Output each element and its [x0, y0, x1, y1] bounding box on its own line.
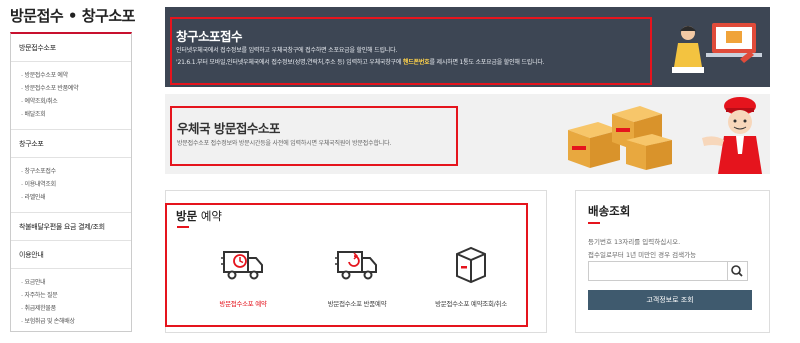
parcel-boxes-illustration	[568, 106, 672, 170]
sidebar-nav: 방문접수소포 방문접수소포 예약 방문접수소포 반품예약 예약조회/취소 배달조…	[10, 32, 132, 332]
tracking-title: 배송조회	[588, 204, 631, 218]
customer-info-lookup-button[interactable]: 고객정보로 조회	[588, 290, 752, 310]
tracking-number-input[interactable]	[588, 261, 728, 281]
return-reserve-button[interactable]: 방문접수소포 반품예약	[302, 244, 412, 308]
visit-banner-desc: 방문접수소포 접수정보와 방문시간등을 사전에 입력하시면 우체국직원이 방문접…	[177, 140, 392, 147]
return-reserve-label: 방문접수소포 반품예약	[327, 300, 387, 308]
page-title: 방문접수 • 창구소포	[10, 7, 135, 25]
sidebar-item-rates[interactable]: 요금안내	[21, 276, 131, 289]
package-box-icon	[456, 246, 486, 284]
tracking-search-button[interactable]	[728, 261, 748, 281]
sidebar-item-delivery-lookup[interactable]: 배달조회	[21, 108, 131, 121]
counter-banner-line2-suffix: 를 제시하면 1통도 소포요금을 할인해 드립니다.	[429, 59, 545, 66]
counter-banner-line1: 인터넷우체국에서 접수정보를 입력하고 우체국창구에 접수하면 소포요금을 할인…	[176, 47, 398, 54]
laptop-parcel-illustration	[650, 7, 770, 87]
tracking-desc-1: 등기번호 13자리를 입력하십시오.	[588, 238, 681, 246]
reserve-lookup-button[interactable]: 방문접수소포 예약조회/취소	[416, 244, 526, 308]
visit-banner-title: 우체국 방문접수소포	[177, 121, 280, 136]
sidebar-sublist-counter: 창구소포접수 이용내역조회 라벨인쇄	[11, 158, 131, 204]
search-icon	[731, 265, 743, 277]
sidebar-item-insurance[interactable]: 보험취급 및 손해배상	[21, 315, 131, 328]
sidebar-item-usage-history[interactable]: 이용내역조회	[21, 178, 131, 191]
counter-banner-line2-prefix: '21.6.1.부터 모바일,인터넷우체국에서 접수정보(성명,연락처,주소 등…	[176, 59, 403, 66]
sidebar-section-visit[interactable]: 방문접수소포	[11, 34, 131, 53]
sidebar-item-reserve-lookup[interactable]: 예약조회/취소	[21, 95, 131, 108]
sidebar-item-return-reserve[interactable]: 방문접수소포 반품예약	[21, 82, 131, 95]
sidebar-item-faq[interactable]: 자주하는 질문	[21, 289, 131, 302]
reservation-title-bold: 방문	[176, 209, 198, 223]
sidebar-section-cod-payment[interactable]: 착불배달우편물 요금 결제/조회	[11, 213, 131, 232]
sidebar-sublist-guide: 요금안내 자주하는 질문 취급제한물품 보험취급 및 손해배상	[11, 269, 131, 328]
counter-banner-highlight-text: 핸드폰번호	[402, 59, 430, 66]
reservation-title: 방문 예약	[176, 208, 222, 224]
sidebar-sublist-visit: 방문접수소포 예약 방문접수소포 반품예약 예약조회/취소 배달조회	[11, 62, 131, 121]
visit-reserve-label: 방문접수소포 예약	[219, 300, 267, 308]
sidebar-section-guide[interactable]: 이용안내	[11, 241, 131, 260]
counter-banner-line2: '21.6.1.부터 모바일,인터넷우체국에서 접수정보(성명,연락처,주소 등…	[176, 57, 545, 66]
sidebar-item-counter-accept[interactable]: 창구소포접수	[21, 165, 131, 178]
reservation-title-rest: 예약	[197, 209, 222, 223]
reserve-lookup-label: 방문접수소포 예약조회/취소	[435, 300, 507, 308]
counter-banner-title: 창구소포접수	[176, 29, 243, 44]
tracking-title-underline	[588, 222, 600, 224]
reservation-title-underline	[177, 226, 189, 228]
postman-character-illustration	[702, 97, 762, 174]
truck-clock-icon	[221, 251, 263, 280]
truck-return-icon	[335, 251, 377, 280]
tracking-desc-2: 접수일로부터 1년 미만인 경우 검색가능	[588, 251, 697, 259]
sidebar-section-counter[interactable]: 창구소포	[11, 130, 131, 149]
sidebar-item-label-print[interactable]: 라벨인쇄	[21, 191, 131, 204]
visit-reserve-button[interactable]: 방문접수소포 예약	[188, 244, 298, 308]
sidebar-item-restricted[interactable]: 취급제한물품	[21, 302, 131, 315]
sidebar-item-visit-reserve[interactable]: 방문접수소포 예약	[21, 69, 131, 82]
